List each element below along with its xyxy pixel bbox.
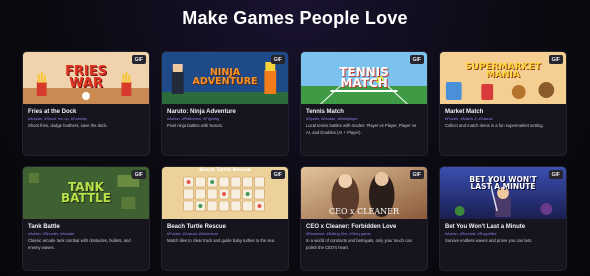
game-description: Shoot fries, dodge feathers, save the do… [28, 123, 108, 128]
gif-badge: GIF [131, 55, 146, 64]
game-title: Naruto: Ninja Adventure [167, 109, 236, 115]
game-tags: #Romance, #Dating Sim, #Story game [306, 232, 371, 236]
game-card-ceo-x-cleaner[interactable]: CEO x CLEANER GIF CEO x Cleaner: Forbidd… [300, 166, 428, 271]
game-title: Tennis Match [306, 109, 344, 115]
game-description: Match tiles to clear track and guide bab… [167, 238, 276, 243]
game-thumbnail[interactable]: TANK BATTLE GIF [23, 167, 149, 219]
game-thumbnail[interactable]: SUPERMARKET MANIA GIF [440, 52, 566, 104]
game-thumbnail[interactable]: NINJA ADVENTURE GIF [162, 52, 288, 104]
game-card-beach-turtle-rescue[interactable]: Beach Turtle Rescue GIF Beach Turtle Res… [161, 166, 289, 271]
game-description: Local tennis battles with modes: Player … [306, 123, 417, 135]
game-description: In a world of contracts and betrayals, o… [306, 238, 412, 250]
page-title: Make Games People Love [182, 8, 408, 28]
gif-badge: GIF [270, 55, 285, 64]
gif-badge: GIF [270, 170, 285, 179]
thumbnail-title: TENNIS MATCH [339, 65, 389, 90]
gif-badge: GIF [131, 170, 146, 179]
game-thumbnail[interactable]: FRIES WAR GIF [23, 52, 149, 104]
thumbnail-title: TANK BATTLE [61, 180, 111, 205]
game-description: Classic arcade tank combat with obstacle… [28, 238, 131, 250]
game-card-tank-battle[interactable]: TANK BATTLE GIF Tank Battle #Action, #Sh… [22, 166, 150, 271]
gif-badge: GIF [409, 55, 424, 64]
game-thumbnail[interactable]: CEO x CLEANER GIF [301, 167, 427, 219]
game-tags: #Arcade, #Shoot 'em up, #Comedy [28, 117, 87, 121]
game-card-naruto-ninja-adventure[interactable]: NINJA ADVENTURE GIF Naruto: Ninja Advent… [161, 51, 289, 156]
game-title: Beach Turtle Rescue [167, 224, 226, 230]
thumbnail-title: CEO x CLEANER [328, 206, 400, 216]
thumbnail-title: FRIES WAR [65, 64, 107, 91]
game-thumbnail[interactable]: BET YOU WON'T LAST A MINUTE GIF [440, 167, 566, 219]
game-description: Collect and match items in a fun superma… [445, 123, 544, 128]
game-title: Tank Battle [28, 224, 60, 230]
thumbnail-title: BET YOU WON'T LAST A MINUTE [469, 175, 537, 191]
game-card-bet-you-wont-last-a-minute[interactable]: BET YOU WON'T LAST A MINUTE GIF Bet You … [439, 166, 567, 271]
gif-badge: GIF [548, 55, 563, 64]
thumbnail-title: NINJA ADVENTURE [192, 67, 258, 87]
game-tags: #Action, #Shooter, #Arcade [28, 232, 75, 236]
gif-badge: GIF [548, 170, 563, 179]
game-thumbnail[interactable]: Beach Turtle Rescue GIF [162, 167, 288, 219]
thumbnail-title: SUPERMARKET MANIA [465, 61, 541, 80]
game-card-market-match[interactable]: SUPERMARKET MANIA GIF Market Match #Puzz… [439, 51, 567, 156]
game-card-tennis-match[interactable]: TENNIS MATCH GIF Tennis Match #Sports, #… [300, 51, 428, 156]
game-description: Survive endless waves and prove you can … [445, 238, 533, 243]
game-grid: FRIES WAR GIF Fries at the Dock #Arcade,… [22, 51, 569, 271]
game-tags: #Action, #Platformer, #Fighting [167, 117, 219, 121]
game-description: Pixel ninja battles with Naruto. [167, 123, 224, 128]
game-title: CEO x Cleaner: Forbidden Love [306, 224, 397, 230]
game-tags: #Puzzle, #Match-3, #Casual [445, 117, 493, 121]
game-tags: #Action, #Survival, #Roguelike [445, 232, 497, 236]
game-title: Market Match [445, 109, 484, 115]
game-tags: #Puzzle, #Casual, #Adventure [167, 232, 219, 236]
game-card-fries-at-the-dock[interactable]: FRIES WAR GIF Fries at the Dock #Arcade,… [22, 51, 150, 156]
game-title: Fries at the Dock [28, 109, 77, 115]
game-title: Bet You Won't Last a Minute [445, 224, 526, 230]
game-tags: #Sports, #Arcade, #Multiplayer [306, 117, 358, 121]
thumbnail-title: Beach Turtle Rescue [199, 168, 251, 173]
turtle-tiles-art [162, 167, 288, 219]
game-thumbnail[interactable]: TENNIS MATCH GIF [301, 52, 427, 104]
gif-badge: GIF [409, 170, 424, 179]
